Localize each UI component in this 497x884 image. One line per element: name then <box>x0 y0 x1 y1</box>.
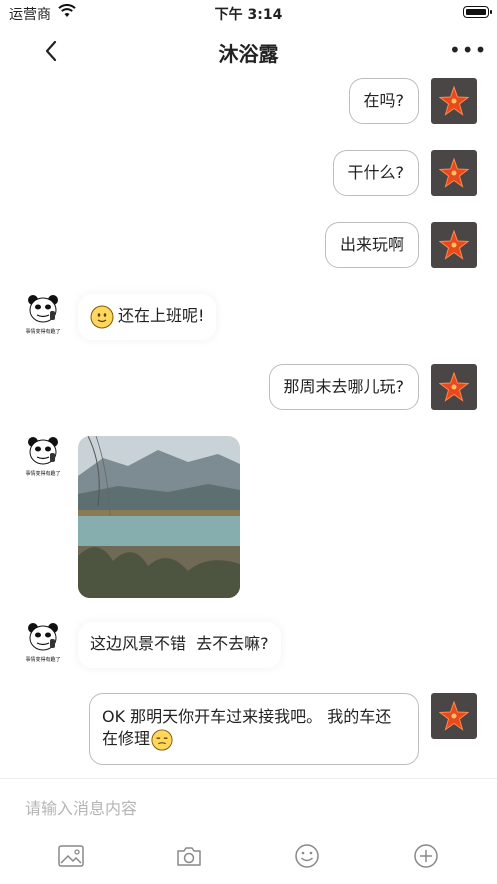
message-line: 在修理 <box>102 728 406 751</box>
panda-meme-icon: 事情变得有趣了 <box>25 437 61 477</box>
avatar[interactable]: 事情变得有趣了 <box>23 622 63 664</box>
more-icon[interactable]: ••• <box>449 40 486 60</box>
starfish-icon <box>439 372 469 402</box>
status-bar: 运营商 下午 3:14 <box>0 0 497 26</box>
avatar-caption: 事情变得有趣了 <box>25 328 60 335</box>
message-line: OK 那明天你开车过来接我吧。 我的车还 <box>102 707 392 726</box>
avatar[interactable] <box>431 693 477 739</box>
avatar[interactable] <box>431 222 477 268</box>
message-text: 在修理 <box>102 729 151 748</box>
message-bubble[interactable]: 在吗? <box>348 78 419 124</box>
chat-list[interactable]: 在吗? 干什么? 出来玩啊 事情变得有趣了 还在上班呢! 那周末去哪儿玩? 事情… <box>0 76 497 776</box>
message-bubble[interactable]: 那周末去哪儿玩? <box>268 364 419 410</box>
chat-title: 沐浴露 <box>218 42 279 66</box>
message-bubble[interactable]: 还在上班呢! <box>78 294 217 340</box>
smile-face-icon <box>90 305 114 328</box>
status-time: 下午 3:14 <box>214 7 283 23</box>
avatar[interactable]: 事情变得有趣了 <box>23 436 63 478</box>
avatar[interactable] <box>431 78 477 124</box>
panda-meme-icon: 事情变得有趣了 <box>25 295 61 335</box>
unamused-face-icon <box>151 728 173 751</box>
lake-landscape-photo[interactable] <box>78 436 240 598</box>
avatar[interactable] <box>431 364 477 410</box>
avatar[interactable]: 事情变得有趣了 <box>23 294 63 336</box>
avatar-caption: 事情变得有趣了 <box>25 656 60 663</box>
message-bubble[interactable]: 出来玩啊 <box>324 222 419 268</box>
image-icon[interactable] <box>57 843 85 869</box>
emoji-icon[interactable] <box>293 843 321 869</box>
camera-icon[interactable] <box>175 843 203 869</box>
starfish-icon <box>439 230 469 260</box>
plus-icon[interactable] <box>412 843 440 869</box>
avatar[interactable] <box>431 150 477 196</box>
battery-icon <box>463 6 492 18</box>
panda-meme-icon: 事情变得有趣了 <box>25 623 61 663</box>
message-input[interactable]: 请输入消息内容 <box>25 795 137 819</box>
starfish-icon <box>439 158 469 188</box>
starfish-icon <box>439 701 469 731</box>
message-text: 还在上班呢! <box>118 306 205 325</box>
nav-bar: 沐浴露 ••• <box>0 26 497 76</box>
message-bubble[interactable]: 干什么? <box>332 150 419 196</box>
starfish-icon <box>439 86 469 116</box>
input-area: 请输入消息内容 <box>0 778 497 884</box>
message-bubble[interactable]: OK 那明天你开车过来接我吧。 我的车还 在修理 <box>89 693 419 765</box>
avatar-caption: 事情变得有趣了 <box>25 470 60 477</box>
message-bubble[interactable]: 这边风景不错 去不去嘛? <box>78 622 281 668</box>
